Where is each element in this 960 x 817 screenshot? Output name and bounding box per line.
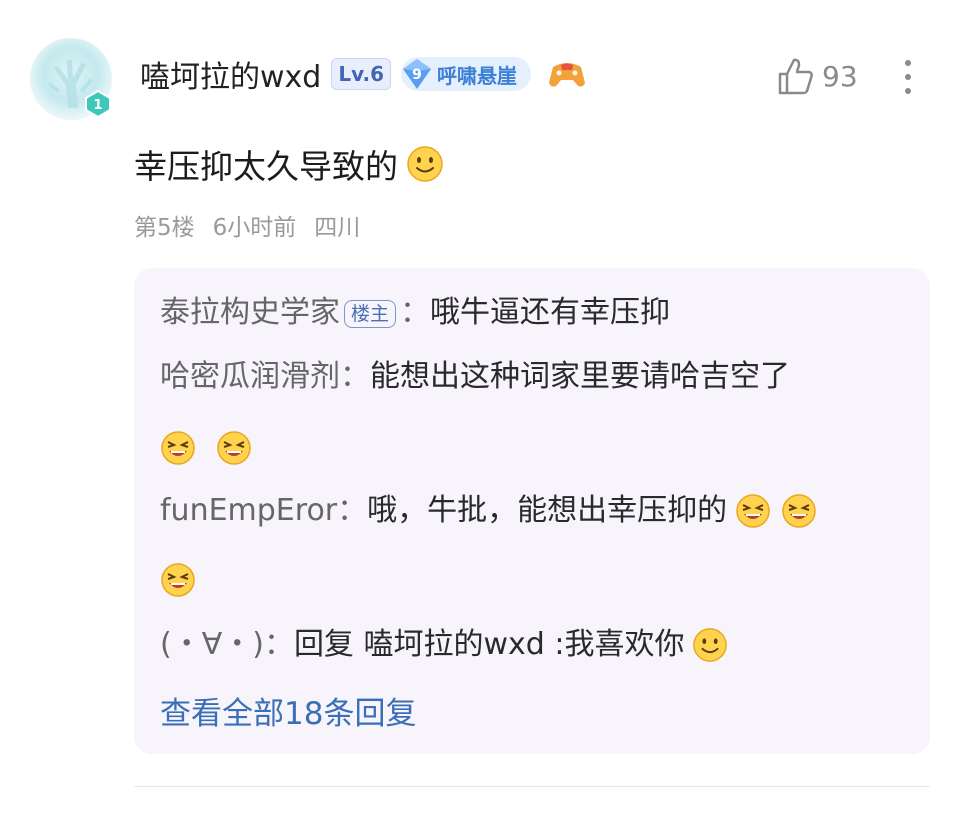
diamond-icon: 9 [401, 57, 433, 91]
smile-emoji-icon [407, 146, 443, 182]
fan-badge-name: 呼啸悬崖 [437, 63, 518, 88]
reply-separator: ： [340, 359, 370, 394]
reply-emoji-row [160, 558, 196, 600]
more-vertical-icon[interactable] [900, 58, 916, 96]
reply-item[interactable]: 泰拉构史学家 楼主 ：哦牛逼还有幸压抑 [160, 292, 670, 334]
grin-emoji-icon [736, 494, 770, 528]
reply-author[interactable]: (・∀・) [160, 624, 264, 666]
reply-text: 哦，牛批，能想出幸压抑的 [367, 493, 728, 528]
location: 四川 [314, 215, 361, 241]
reply-text: 回复 嗑坷拉的wxd :我喜欢你 [293, 627, 685, 662]
reply-item[interactable]: funEmpEror：哦，牛批，能想出幸压抑的 [160, 490, 817, 532]
reply-author[interactable]: funEmpEror [160, 490, 337, 532]
comment-text: 幸压抑太久导致的 [134, 140, 444, 188]
reply-text: 哦牛逼还有幸压抑 [430, 295, 671, 330]
gamepad-icon [549, 63, 586, 87]
like-count: 93 [822, 59, 858, 93]
post-time: 6小时前 [212, 215, 297, 241]
grin-emoji-icon [161, 562, 195, 597]
avatar-level-number: 1 [93, 98, 102, 113]
reply-author[interactable]: 哈密瓜润滑剂 [160, 359, 340, 394]
reply-text: 能想出这种词家里要请哈吉空了 [370, 359, 790, 394]
grin-emoji-icon [782, 494, 816, 528]
level-badge: Lv.6 [331, 58, 392, 90]
floor-number: 第5楼 [134, 215, 195, 241]
replies-panel: 泰拉构史学家 楼主 ：哦牛逼还有幸压抑 哈密瓜润滑剂：能想出这种词家里要请哈吉空了 … [134, 268, 930, 754]
smile-emoji-icon [693, 628, 728, 662]
username[interactable]: 嗑坷拉的wxd [140, 52, 321, 96]
view-all-replies-link[interactable]: 查看全部18条回复 [160, 688, 416, 733]
reply-emoji-row [160, 426, 252, 468]
reply-separator: ： [263, 627, 294, 662]
fan-level: 9 [412, 67, 422, 83]
grin-emoji-icon [216, 430, 251, 465]
grin-emoji-icon [161, 430, 195, 465]
comment-body: 幸压抑太久导致的 [134, 147, 398, 186]
thumbs-up-icon [778, 58, 813, 95]
reply-separator: ： [337, 493, 368, 528]
comment-meta: 第5楼 6小时前 四川 [134, 208, 360, 242]
reply-item[interactable]: 哈密瓜润滑剂：能想出这种词家里要请哈吉空了 [160, 356, 900, 398]
divider [134, 786, 930, 787]
level-hex-icon: 1 [85, 90, 111, 118]
reply-item[interactable]: (・∀・)：回复 嗑坷拉的wxd :我喜欢你 [160, 624, 728, 666]
avatar[interactable]: 1 [30, 38, 112, 120]
comment-header: 嗑坷拉的wxd Lv.6 9 呼啸悬崖 [140, 52, 587, 96]
reply-author[interactable]: 泰拉构史学家 [160, 295, 340, 330]
op-tag: 楼主 [344, 299, 397, 328]
fan-badge[interactable]: 9 呼啸悬崖 [401, 57, 532, 91]
reply-separator: ： [400, 295, 431, 330]
like-button[interactable]: 93 [776, 56, 858, 96]
